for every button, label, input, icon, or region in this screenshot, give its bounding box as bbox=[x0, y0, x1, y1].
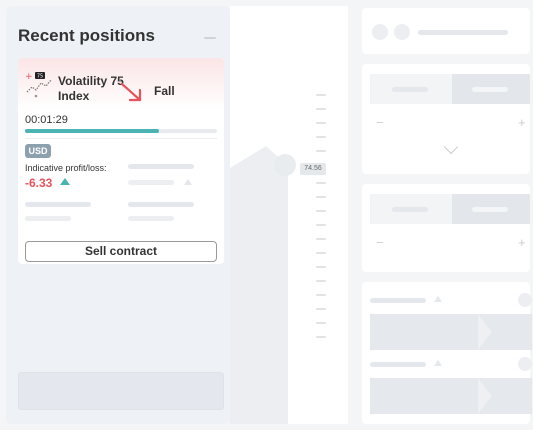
chevron-down-icon[interactable] bbox=[443, 139, 459, 155]
chart-area-shape bbox=[230, 146, 288, 424]
sell-contract-button[interactable]: Sell contract bbox=[25, 241, 217, 262]
fall-arrow-icon bbox=[119, 80, 142, 102]
placeholder-bar bbox=[472, 87, 508, 92]
stake-segment-left[interactable] bbox=[370, 194, 452, 224]
placeholder-bar bbox=[128, 216, 174, 221]
placeholder-bar bbox=[25, 202, 91, 207]
placeholder-bar bbox=[25, 216, 71, 221]
axis-tick bbox=[316, 294, 326, 296]
collapse-icon[interactable] bbox=[204, 37, 216, 39]
placeholder-dot bbox=[518, 293, 532, 307]
placeholder-bar bbox=[128, 164, 194, 169]
sidebar-footer-placeholder bbox=[18, 372, 224, 410]
axis-tick bbox=[316, 280, 326, 282]
market-badge-text: 75 bbox=[37, 74, 43, 80]
duration-panel: − + bbox=[362, 64, 530, 174]
placeholder-bar bbox=[370, 362, 426, 367]
trade-type-panel[interactable] bbox=[362, 8, 530, 54]
placeholder-bar bbox=[370, 298, 426, 303]
placeholder-dot bbox=[518, 357, 532, 371]
button-arrow-shape bbox=[478, 378, 492, 414]
placeholder-triangle bbox=[434, 360, 442, 366]
increase-stake-button[interactable]: + bbox=[518, 235, 526, 250]
axis-tick bbox=[316, 108, 326, 110]
axis-tick bbox=[316, 322, 326, 324]
axis-tick bbox=[316, 224, 326, 226]
trading-screen: Recent positions + 75 Volatility 75 Inde… bbox=[0, 0, 533, 430]
decrease-stake-button[interactable]: − bbox=[376, 235, 384, 250]
purchase-panel bbox=[362, 282, 532, 424]
decrease-duration-button[interactable]: − bbox=[376, 115, 384, 130]
contract-timer: 00:01:29 bbox=[25, 114, 68, 126]
placeholder-bar bbox=[472, 207, 508, 212]
placeholder-dot bbox=[372, 24, 388, 40]
axis-tick bbox=[316, 308, 326, 310]
purchase-fall-button[interactable] bbox=[370, 378, 532, 414]
axis-tick bbox=[316, 182, 326, 184]
axis-tick bbox=[316, 150, 326, 152]
profit-loss-value: -6.33 bbox=[25, 176, 53, 190]
axis-tick bbox=[316, 210, 326, 212]
axis-tick bbox=[316, 122, 326, 124]
sidebar-title: Recent positions bbox=[18, 26, 155, 45]
svg-text:+: + bbox=[25, 72, 33, 82]
axis-tick bbox=[316, 238, 326, 240]
duration-segment-right[interactable] bbox=[452, 74, 530, 104]
placeholder-bar bbox=[392, 207, 428, 212]
current-spot-marker bbox=[274, 154, 296, 176]
currency-badge: USD bbox=[25, 144, 51, 158]
axis-tick bbox=[316, 266, 326, 268]
volatility-chart-icon: + 75 bbox=[25, 72, 52, 98]
chart-area[interactable]: 74.56 bbox=[230, 6, 348, 424]
profit-loss-label: Indicative profit/loss: bbox=[25, 163, 107, 173]
stake-panel: − + bbox=[362, 184, 530, 272]
position-card[interactable]: + 75 Volatility 75 Index Fall 00:01:29 U… bbox=[18, 58, 224, 264]
axis-tick bbox=[316, 336, 326, 338]
duration-segment-left[interactable] bbox=[370, 74, 452, 104]
card-divider bbox=[25, 138, 217, 139]
axis-tick bbox=[316, 136, 326, 138]
axis-tick bbox=[316, 94, 326, 96]
placeholder-bar bbox=[418, 30, 508, 35]
placeholder-bar bbox=[128, 180, 174, 185]
placeholder-bar bbox=[392, 87, 428, 92]
placeholder-triangle bbox=[184, 179, 192, 185]
recent-positions-sidebar: Recent positions + 75 Volatility 75 Inde… bbox=[6, 6, 230, 424]
contract-progress-bar bbox=[25, 129, 217, 133]
purchase-rise-button[interactable] bbox=[370, 314, 532, 350]
price-tag: 74.56 bbox=[300, 163, 326, 175]
placeholder-dot bbox=[394, 24, 410, 40]
contract-type-label: Fall bbox=[154, 84, 175, 98]
axis-tick bbox=[316, 196, 326, 198]
increase-duration-button[interactable]: + bbox=[518, 115, 526, 130]
placeholder-bar bbox=[128, 202, 194, 207]
triangle-up-icon bbox=[60, 178, 70, 185]
placeholder-triangle bbox=[434, 296, 442, 302]
axis-tick bbox=[316, 252, 326, 254]
button-arrow-shape bbox=[478, 314, 492, 350]
stake-segment-right[interactable] bbox=[452, 194, 530, 224]
contract-progress-fill bbox=[25, 129, 160, 133]
